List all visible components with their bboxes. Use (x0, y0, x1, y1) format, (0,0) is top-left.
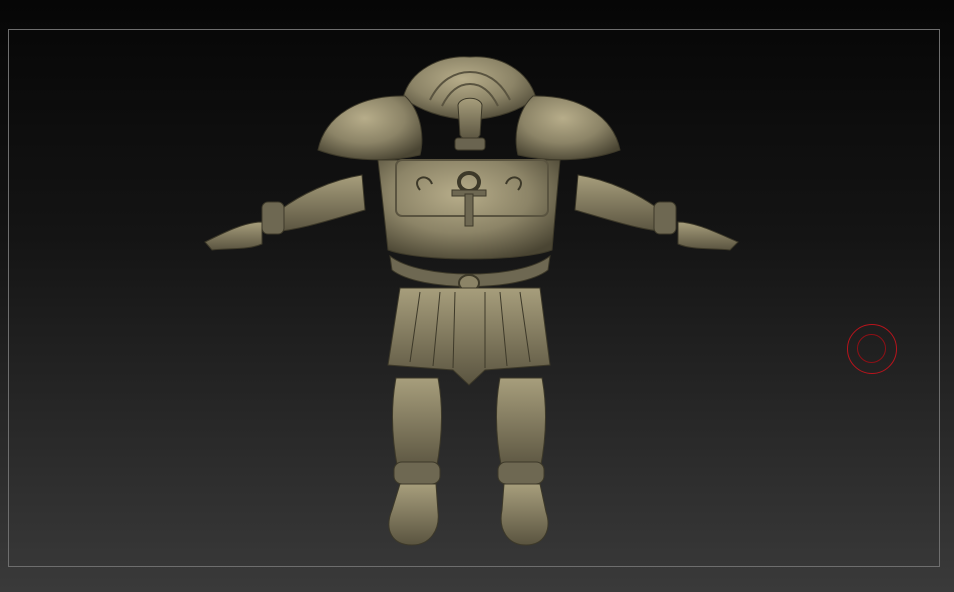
sculpt-model[interactable] (0, 0, 954, 592)
face (457, 97, 483, 141)
armor-skirt (387, 287, 551, 386)
right-shoulder-pad (515, 95, 621, 161)
brush-cursor-inner-ring (857, 334, 886, 363)
neck-collar (454, 137, 486, 151)
brush-cursor-ring (847, 324, 897, 374)
chest-plate (377, 159, 561, 260)
left-arm (204, 174, 366, 251)
right-leg (495, 377, 549, 546)
right-arm (574, 174, 739, 251)
left-shoulder-pad (317, 95, 423, 161)
left-leg (388, 377, 443, 546)
